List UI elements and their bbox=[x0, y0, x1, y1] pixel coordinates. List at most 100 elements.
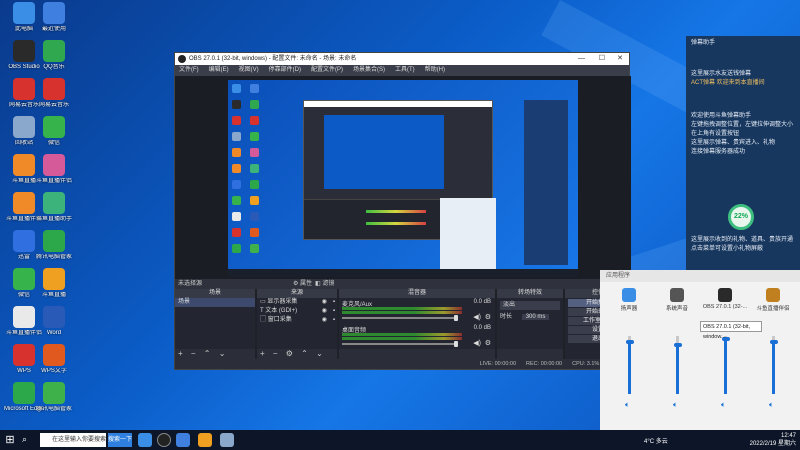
app-icon bbox=[43, 2, 65, 24]
panel-line: 这里展示水友送钱弹幕 bbox=[691, 71, 752, 77]
preview-desktop-icon bbox=[232, 100, 241, 109]
volume-meter bbox=[342, 307, 462, 310]
obs-window[interactable]: OBS 27.0.1 (32-bit, windows) - 配置文件: 未命名… bbox=[174, 52, 631, 370]
menu-item[interactable]: 编辑(E) bbox=[209, 65, 229, 76]
volume-level bbox=[724, 339, 727, 394]
volume-slider[interactable] bbox=[342, 343, 457, 345]
preview-desktop-icon bbox=[232, 180, 241, 189]
weather-text[interactable]: 4°C 多云 bbox=[644, 436, 668, 445]
visibility-icon[interactable]: ◉ bbox=[322, 298, 327, 307]
start-button[interactable]: ⊞ bbox=[3, 433, 17, 447]
app-taskbar-icon[interactable] bbox=[176, 433, 190, 447]
preview-desktop-icon bbox=[250, 228, 259, 237]
duration-input[interactable]: 300 ms bbox=[521, 314, 550, 320]
visibility-icon[interactable]: ◉ bbox=[322, 307, 327, 316]
visibility-icon[interactable]: ◉ bbox=[322, 316, 327, 325]
volume-slider-handle[interactable] bbox=[454, 315, 458, 321]
speaker-icon[interactable]: 🔈︎ bbox=[721, 400, 726, 410]
speaker-icon[interactable]: ◀) bbox=[473, 339, 481, 347]
app-taskbar-icon[interactable] bbox=[198, 433, 212, 447]
volume-mixer-header: 应用程序 bbox=[600, 270, 800, 282]
speaker-icon[interactable]: 🔈︎ bbox=[625, 400, 630, 410]
source-type-icon: ▭ bbox=[260, 299, 266, 305]
lock-icon[interactable]: ▪ bbox=[333, 298, 335, 307]
volume-slider[interactable] bbox=[342, 317, 457, 319]
preview-taskbar bbox=[228, 269, 578, 277]
preview-canvas[interactable] bbox=[228, 80, 578, 277]
desktop-icon[interactable]: 微信 bbox=[32, 116, 76, 147]
menu-item[interactable]: 配置文件(P) bbox=[311, 65, 343, 76]
minimize-icon[interactable]: — bbox=[578, 53, 585, 65]
preview-desktop-icon bbox=[232, 84, 241, 93]
lock-icon[interactable]: ▪ bbox=[333, 316, 335, 325]
volume-slider-handle[interactable] bbox=[454, 341, 458, 347]
gear-icon[interactable]: ⚙ bbox=[485, 339, 491, 347]
volume-level bbox=[772, 342, 775, 394]
preview-desktop-icon bbox=[250, 116, 259, 125]
obs-titlebar[interactable]: OBS 27.0.1 (32-bit, windows) - 配置文件: 未命名… bbox=[175, 53, 629, 65]
menu-item[interactable]: 文件(F) bbox=[179, 65, 199, 76]
filters-button[interactable]: ◧ 滤镜 bbox=[315, 279, 334, 289]
speaker-icon[interactable]: 🔈︎ bbox=[673, 400, 678, 410]
panel-title: 弹幕助手 bbox=[691, 40, 716, 46]
volume-app: OBS 27.0.1 (32-... bbox=[702, 286, 748, 310]
mixer-channel: 麦克风/Aux 0.0 dB ◀) ⚙ bbox=[339, 298, 495, 324]
desktop-icon[interactable]: 网易云音乐 bbox=[32, 78, 76, 109]
taskbar: ⊞ ⌕ 在这里输入你要搜索的内容 搜索一下 4°C 多云 12:47 2022/… bbox=[0, 430, 800, 450]
desktop-icon[interactable]: 斗鱼直播助手 bbox=[32, 192, 76, 223]
preview-desktop-icon bbox=[232, 116, 241, 125]
preview-desktop-icon bbox=[250, 180, 259, 189]
source-item[interactable]: T 文本 (GDI+) ◉ ▪ bbox=[257, 307, 337, 316]
volume-mixer[interactable]: 应用程序 扬声器 🔈︎ 系统声音 🔈︎ OBS 27.0.1 (32-... 🔈︎ 斗鱼直播… bbox=[600, 270, 800, 430]
panel-line: 在上角有设置按钮 bbox=[691, 131, 740, 137]
gear-icon[interactable]: ⚙ bbox=[485, 313, 491, 321]
desktop-icon[interactable]: QQ音乐 bbox=[32, 40, 76, 71]
obs-taskbar-icon[interactable] bbox=[157, 433, 171, 447]
danmaku-panel[interactable]: 弹幕助手 这里展示水友送钱弹幕 ACT弹幕 欢迎来到本直播间 欢迎使用斗鱼弹幕助… bbox=[686, 36, 800, 272]
scenes-controls[interactable]: + − ⌃ ⌄ bbox=[175, 349, 255, 359]
app-icon bbox=[43, 154, 65, 176]
menu-item[interactable]: 工具(T) bbox=[395, 65, 415, 76]
source-item[interactable]: ▢ 窗口采集 ◉ ▪ bbox=[257, 316, 337, 325]
desktop-icon[interactable]: WPS文字 bbox=[32, 344, 76, 375]
search-icon[interactable]: ⌕ bbox=[22, 434, 27, 445]
transitions-header: 转场特效 bbox=[497, 289, 563, 298]
scene-item[interactable]: 场景 bbox=[175, 298, 255, 307]
speaker-icon[interactable]: ◀) bbox=[473, 313, 481, 321]
preview-desktop-icon bbox=[250, 212, 259, 221]
desktop-icon[interactable]: 最近使用 bbox=[32, 2, 76, 33]
speaker-icon[interactable]: 🔈︎ bbox=[769, 400, 774, 410]
sources-controls[interactable]: + − ⚙ ⌃ ⌄ bbox=[257, 349, 337, 359]
properties-button[interactable]: ⚙ 属性 bbox=[293, 279, 312, 289]
menu-item[interactable]: 停靠部件(D) bbox=[269, 65, 301, 76]
preview-desktop-icon bbox=[250, 148, 259, 157]
desktop-icon[interactable]: 斗鱼直播 bbox=[32, 268, 76, 299]
app-icon bbox=[43, 78, 65, 100]
maximize-icon[interactable]: ☐ bbox=[599, 53, 605, 65]
task-view-icon[interactable] bbox=[138, 433, 152, 447]
taskbar-search-button[interactable]: 搜索一下 bbox=[108, 433, 132, 447]
menu-item[interactable]: 视图(V) bbox=[239, 65, 259, 76]
close-icon[interactable]: ✕ bbox=[617, 53, 623, 65]
source-item[interactable]: ▭ 显示器采集 ◉ ▪ bbox=[257, 298, 337, 307]
menu-item[interactable]: 帮助(H) bbox=[425, 65, 445, 76]
desktop-icon[interactable]: 腾讯电脑管家 bbox=[32, 382, 76, 413]
volume-slider-handle[interactable] bbox=[770, 340, 778, 344]
volume-slider-handle[interactable] bbox=[626, 340, 634, 344]
app-taskbar-icon[interactable] bbox=[220, 433, 234, 447]
desktop-icon[interactable]: Word bbox=[32, 306, 76, 337]
clock[interactable]: 12:47 2022/2/19 星期六 bbox=[750, 432, 796, 448]
desktop-icon[interactable]: 斗鱼直播伴侣 bbox=[32, 154, 76, 185]
lock-icon[interactable]: ▪ bbox=[333, 307, 335, 316]
volume-app: 斗鱼直播伴侣 bbox=[750, 286, 796, 312]
preview-desktop-icon bbox=[232, 132, 241, 141]
taskbar-search-input[interactable]: 在这里输入你要搜索的内容 bbox=[40, 433, 106, 447]
preview-desktop-icon bbox=[232, 148, 241, 157]
preview-desktop-icon bbox=[250, 244, 259, 253]
transition-select[interactable]: 淡出 bbox=[500, 301, 560, 310]
transitions-dock: 转场特效 淡出 时长 300 ms bbox=[497, 289, 563, 359]
volume-slider-handle[interactable] bbox=[674, 343, 682, 347]
menu-item[interactable]: 场景集合(S) bbox=[353, 65, 385, 76]
preview-desktop-icon bbox=[232, 228, 241, 237]
desktop-icon[interactable]: 腾讯电脑管家 bbox=[32, 230, 76, 261]
